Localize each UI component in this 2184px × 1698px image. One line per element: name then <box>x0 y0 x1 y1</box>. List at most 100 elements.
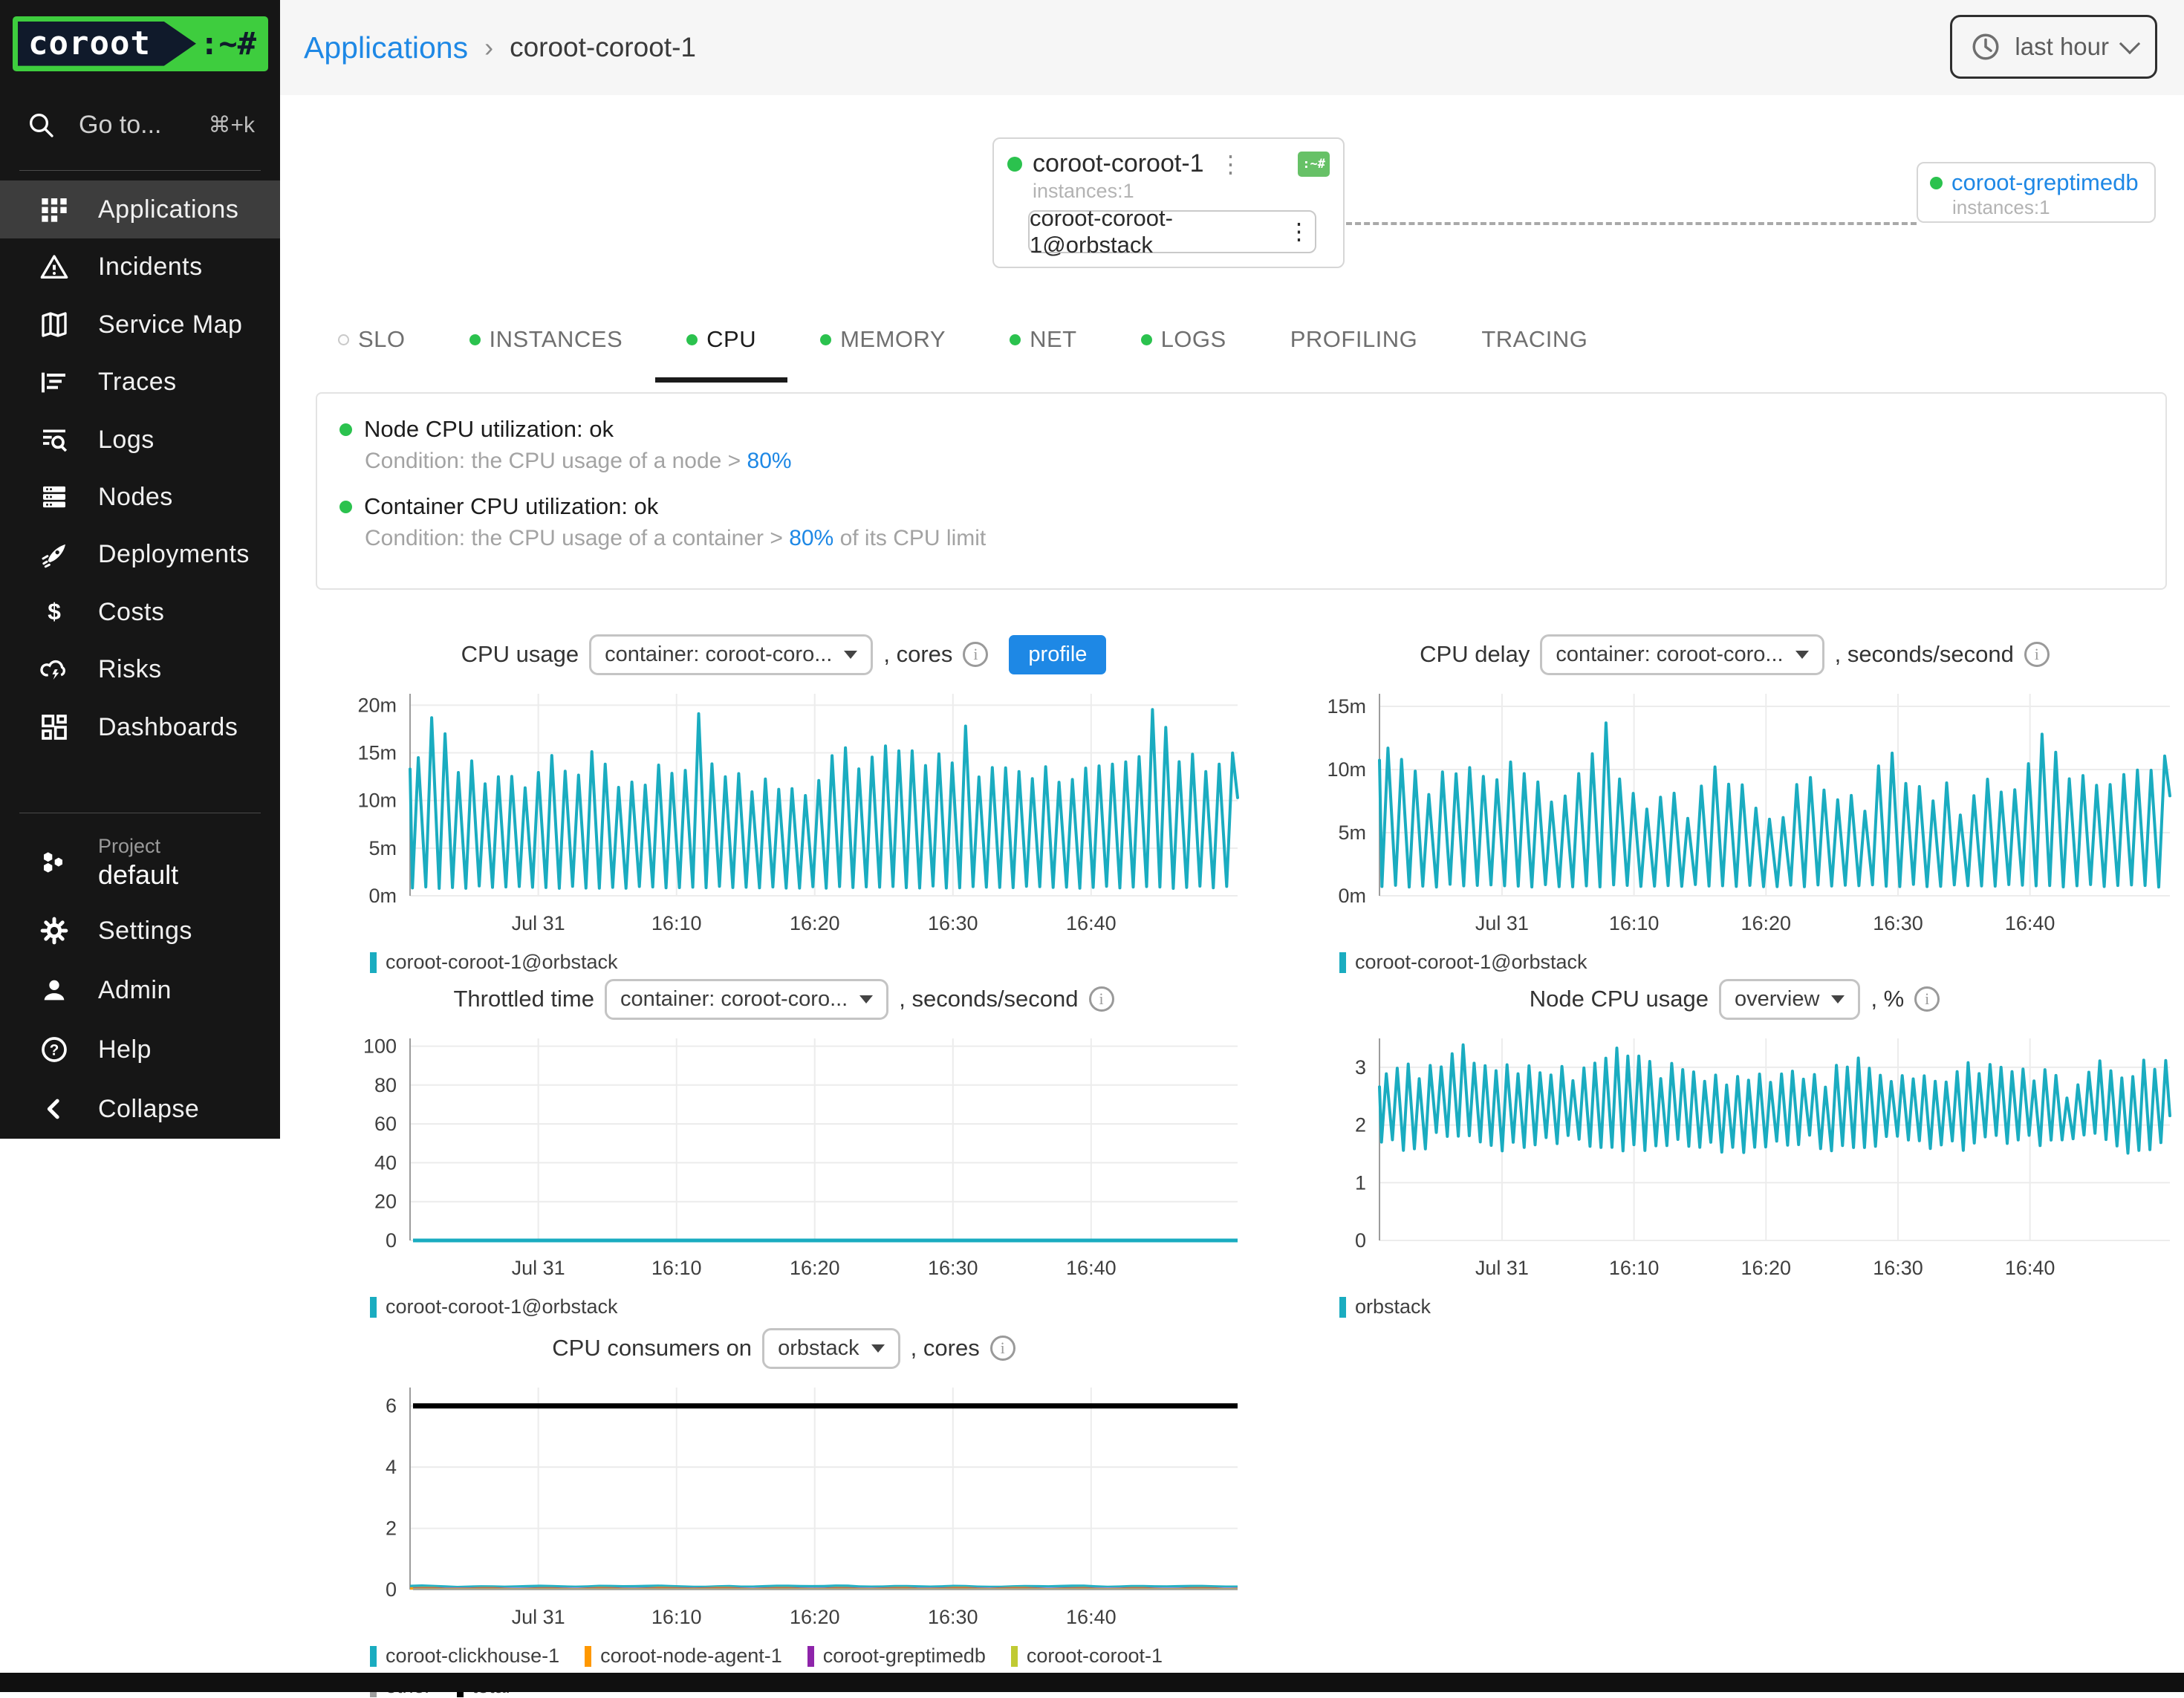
info-icon[interactable] <box>1089 986 1114 1012</box>
project-label: Project <box>98 835 178 858</box>
chevron-left-icon <box>39 1093 70 1125</box>
svg-text:16:10: 16:10 <box>1609 1257 1660 1279</box>
legend-label: coroot-coroot-1@orbstack <box>386 1295 618 1318</box>
app-name: coroot-coroot-1 <box>1033 149 1204 178</box>
traces-icon <box>39 367 70 398</box>
legend-item[interactable]: orbstack <box>1339 1295 1431 1318</box>
chart-header: CPU consumers on orbstack , cores <box>319 1327 1248 1370</box>
project-switcher[interactable]: Project default <box>0 824 280 901</box>
goto-search[interactable]: Go to... ⌘+k <box>0 91 280 160</box>
gear-icon <box>39 915 70 946</box>
svg-text:16:10: 16:10 <box>1609 912 1660 934</box>
server-stack-icon <box>39 481 70 513</box>
instances-label: instances:1 <box>1033 180 1330 203</box>
sidebar-item-dashboards[interactable]: Dashboards <box>0 699 280 756</box>
chart-legend: coroot-coroot-1@orbstack <box>1339 951 2180 974</box>
caret-icon <box>844 651 857 659</box>
sidebar-item-settings[interactable]: Settings <box>0 901 280 960</box>
status-dot <box>338 334 349 345</box>
info-icon[interactable] <box>963 642 988 667</box>
info-icon[interactable] <box>990 1336 1015 1361</box>
svg-text:0m: 0m <box>1338 885 1366 907</box>
sidebar-item-nodes[interactable]: Nodes <box>0 469 280 526</box>
svg-text:60: 60 <box>374 1113 397 1135</box>
svg-text:6: 6 <box>386 1395 397 1417</box>
tab-profiling[interactable]: PROFILING <box>1290 316 1418 363</box>
time-range-label: last hour <box>2015 33 2109 61</box>
sidebar-collapse[interactable]: Collapse <box>0 1079 280 1139</box>
upstream-link[interactable]: coroot-greptimedb <box>1951 169 2139 196</box>
svg-text:16:30: 16:30 <box>928 912 978 934</box>
tab-slo[interactable]: SLO <box>338 316 406 363</box>
legend-item[interactable]: coroot-coroot-1@orbstack <box>370 1295 618 1318</box>
sidebar-item-costs[interactable]: $ Costs <box>0 584 280 641</box>
sidebar-item-incidents[interactable]: Incidents <box>0 238 280 296</box>
breadcrumb-applications[interactable]: Applications <box>304 30 468 65</box>
report-tabs: SLO INSTANCES CPU MEMORY NET LOGS PROFIL… <box>338 316 1587 363</box>
sidebar-item-help[interactable]: ? Help <box>0 1020 280 1079</box>
view-selector-dropdown[interactable]: overview <box>1719 979 1860 1020</box>
series-selector-dropdown[interactable]: container: coroot-coro... <box>589 634 873 675</box>
legend-swatch <box>585 1646 591 1667</box>
caret-icon <box>859 995 873 1003</box>
legend-item[interactable]: coroot-node-agent-1 <box>585 1645 782 1668</box>
node-cpu-plot: 0123Jul 3116:1016:2016:3016:40 <box>1289 1027 2180 1288</box>
info-icon[interactable] <box>1914 986 1940 1012</box>
sidebar-item-admin[interactable]: Admin <box>0 960 280 1020</box>
sidebar-item-risks[interactable]: Risks <box>0 641 280 698</box>
legend-item[interactable]: coroot-clickhouse-1 <box>370 1645 559 1668</box>
question-circle-icon: ? <box>39 1034 70 1065</box>
status-dot <box>339 501 352 513</box>
status-dot <box>469 334 481 345</box>
profile-button[interactable]: profile <box>1009 635 1106 674</box>
instance-chip[interactable]: coroot-coroot-1@orbstack <box>1028 210 1316 253</box>
cpu-delay-plot: 0m5m10m15mJul 3116:1016:2016:3016:40 <box>1289 682 2180 943</box>
chart-unit: , seconds/second <box>1835 641 2014 668</box>
sidebar-item-applications[interactable]: Applications <box>0 180 280 238</box>
series-selector-dropdown[interactable]: container: coroot-coro... <box>1540 634 1824 675</box>
tab-instances[interactable]: INSTANCES <box>469 316 623 363</box>
tab-net[interactable]: NET <box>1010 316 1077 363</box>
svg-text:3: 3 <box>1355 1056 1366 1079</box>
tab-memory[interactable]: MEMORY <box>820 316 946 363</box>
check-node-cpu: Node CPU utilization: ok <box>339 416 2143 443</box>
tab-logs[interactable]: LOGS <box>1141 316 1226 363</box>
legend-label: orbstack <box>1355 1295 1431 1318</box>
legend-item[interactable]: coroot-coroot-1@orbstack <box>1339 951 1587 974</box>
series-selector-dropdown[interactable]: container: coroot-coro... <box>605 979 888 1020</box>
legend-swatch <box>370 1297 377 1318</box>
svg-text:10m: 10m <box>1327 758 1366 781</box>
sidebar-item-logs[interactable]: Logs <box>0 411 280 468</box>
goto-label: Go to... <box>79 111 186 140</box>
legend-item[interactable]: coroot-coroot-1 <box>1011 1645 1163 1668</box>
map-icon <box>39 309 70 340</box>
svg-text:16:10: 16:10 <box>651 912 702 934</box>
sidebar-item-traces[interactable]: Traces <box>0 354 280 411</box>
svg-text:5m: 5m <box>1338 822 1366 844</box>
chart-unit: , cores <box>883 641 952 668</box>
caret-icon <box>1795 651 1809 659</box>
breadcrumb-current: coroot-coroot-1 <box>510 32 696 63</box>
instances-label: instances:1 <box>1952 196 2142 219</box>
kebab-menu-icon[interactable] <box>1283 218 1315 245</box>
coroot-logo[interactable]: coroot :~# <box>13 16 268 71</box>
svg-text:16:30: 16:30 <box>1873 1257 1923 1279</box>
svg-text:$: $ <box>48 598 61 625</box>
time-range-picker[interactable]: last hour <box>1950 15 2157 79</box>
top-bar: Applications › coroot-coroot-1 last hour <box>280 0 2184 95</box>
legend-item[interactable]: coroot-coroot-1@orbstack <box>370 951 618 974</box>
svg-text:2: 2 <box>386 1518 397 1540</box>
svg-text:16:10: 16:10 <box>651 1606 702 1628</box>
kebab-menu-icon[interactable] <box>1215 150 1247 178</box>
sidebar-item-service-map[interactable]: Service Map <box>0 296 280 353</box>
node-selector-dropdown[interactable]: orbstack <box>762 1328 900 1369</box>
svg-text:5m: 5m <box>368 837 397 859</box>
tab-cpu[interactable]: CPU <box>686 316 756 363</box>
chart-title: CPU usage <box>461 641 579 668</box>
svg-text:16:40: 16:40 <box>1066 912 1117 934</box>
clock-icon <box>1970 31 2001 62</box>
sidebar-item-deployments[interactable]: Deployments <box>0 526 280 583</box>
info-icon[interactable] <box>2024 642 2050 667</box>
tab-tracing[interactable]: TRACING <box>1481 316 1587 363</box>
legend-item[interactable]: coroot-greptimedb <box>807 1645 986 1668</box>
